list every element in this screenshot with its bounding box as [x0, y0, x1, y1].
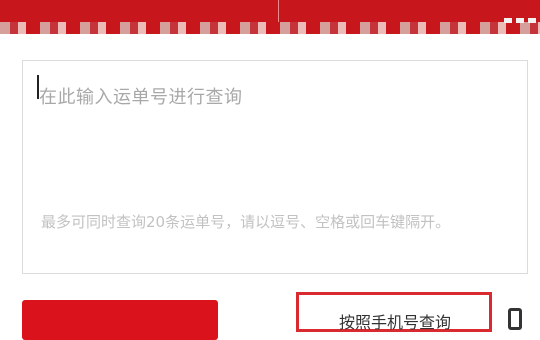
banner-pattern — [0, 22, 540, 34]
banner-dots — [504, 18, 536, 23]
banner-divider — [278, 0, 279, 22]
phone-query-label: 按照手机号查询 — [339, 313, 452, 332]
phone-query-button[interactable]: 按照手机号查询 — [296, 292, 492, 332]
tracking-number-input[interactable]: 在此输入运单号进行查询 最多可同时查询20条运单号，请以逗号、空格或回车键隔开。 — [22, 60, 528, 274]
header-banner — [0, 0, 540, 34]
input-hint: 最多可同时查询20条运单号，请以逗号、空格或回车键隔开。 — [41, 213, 451, 231]
input-placeholder: 在此输入运单号进行查询 — [39, 87, 243, 108]
phone-icon[interactable] — [508, 308, 522, 330]
query-button[interactable] — [22, 300, 218, 340]
